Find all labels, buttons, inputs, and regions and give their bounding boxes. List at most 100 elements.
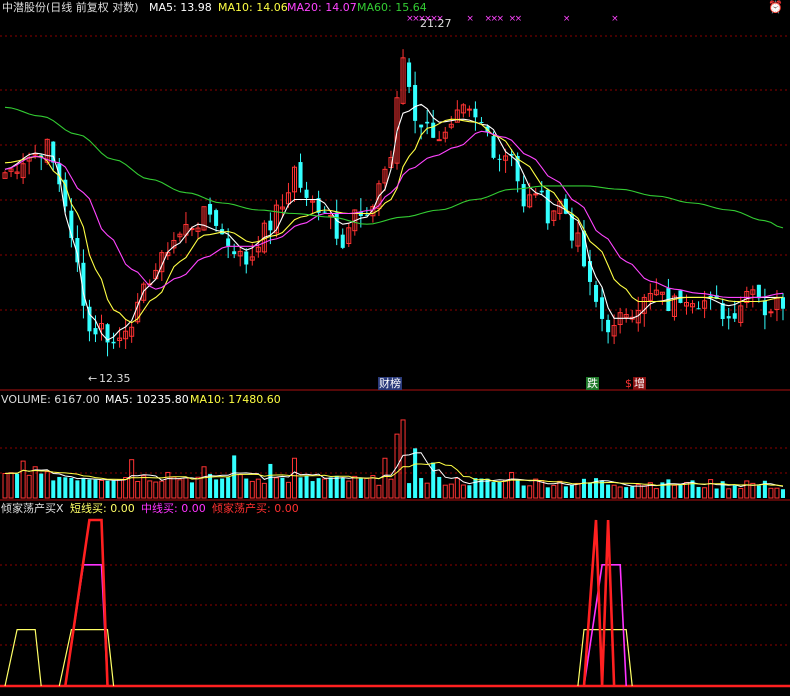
event-marker: × [466, 14, 474, 24]
volume-bars [2, 419, 785, 499]
moving-average-lines [4, 103, 784, 341]
low-price-label: 12.35 [99, 372, 131, 385]
volume-bar [280, 477, 285, 498]
volume-bar [141, 475, 147, 499]
candle-body [606, 319, 611, 333]
volume-bar [448, 483, 454, 499]
candle-body [600, 297, 605, 319]
volume-bar [671, 484, 677, 499]
candle-body [720, 303, 725, 319]
volume-bar [732, 485, 737, 498]
tag-die[interactable]: 跌 [586, 377, 599, 390]
volume-bar [328, 477, 333, 498]
all-in-buy-line [64, 518, 109, 687]
volume-bar [702, 487, 708, 499]
volume-bar [15, 473, 20, 498]
volume-bar [93, 479, 98, 498]
candle-body [244, 251, 249, 265]
event-marker: × [563, 14, 571, 24]
volume-bar [624, 487, 629, 498]
tag-caibang[interactable]: 财榜 [378, 377, 402, 390]
volume-bar [551, 484, 557, 499]
volume-bar [57, 476, 62, 498]
volume-bar [285, 481, 291, 499]
volume-bar [249, 480, 255, 499]
candle-body [545, 189, 550, 224]
volume-bar [768, 487, 774, 499]
volume-ma5-legend: MA5: 10235.80 [105, 393, 189, 406]
volume-bar [641, 485, 647, 499]
alarm-icon[interactable]: ⏰ [768, 0, 783, 14]
volume-bar [261, 482, 267, 499]
volume-bar [304, 475, 309, 498]
volume-bar [111, 480, 116, 498]
candle-body [304, 189, 309, 198]
volume-bar [63, 477, 68, 498]
volume-bar [75, 480, 80, 498]
volume-bar [413, 448, 418, 498]
volume-bar [527, 485, 533, 499]
ma60-line [4, 106, 784, 229]
volume-bar [273, 477, 279, 499]
tag-dollar[interactable]: $ [625, 377, 632, 390]
candle-body [298, 162, 303, 188]
volume-bar [460, 484, 466, 499]
volume-bar [774, 487, 780, 499]
candle-body [214, 210, 219, 226]
volume-bar [497, 481, 502, 498]
volume-bar [521, 485, 526, 498]
volume-bar [81, 478, 86, 498]
volume-bar [8, 472, 14, 499]
volume-bar [189, 482, 194, 498]
volume-bar [123, 477, 129, 499]
short-buy-legend: 短线买: 0.00 [70, 502, 135, 515]
candle-body [762, 300, 767, 316]
candle-body [726, 316, 731, 319]
volume-bar [509, 471, 515, 499]
volume-bar [575, 482, 581, 499]
stock-chart[interactable]: × × × × × × × × × × × × × × 中潜股份(日线 前复权 对数) MA5: 13.9… [0, 0, 790, 692]
volume-bar [159, 480, 165, 499]
candle-body [232, 251, 237, 255]
ma10-legend: MA10: 14.06 [218, 1, 288, 14]
candle-body [497, 158, 502, 160]
candle-body [407, 62, 412, 87]
volume-bar [606, 484, 611, 498]
volume-bar [340, 477, 345, 498]
volume-bar [177, 479, 183, 499]
candle-body [328, 214, 334, 217]
volume-bar [431, 462, 436, 498]
volume-bar [653, 488, 659, 499]
mid-buy-line [64, 564, 109, 687]
volume-bar [738, 487, 744, 499]
volume-bar [630, 486, 635, 498]
volume-bar [678, 484, 683, 498]
chart-canvas[interactable]: ×××××× × ××× ×× × × [0, 0, 790, 692]
candle-body [539, 190, 544, 193]
volume-bar [105, 480, 110, 498]
candle-body [768, 311, 774, 314]
ma20-legend: MA20: 14.07 [287, 1, 357, 14]
candle-body [111, 341, 116, 344]
volume-bar [87, 479, 92, 498]
candle-body [678, 290, 683, 303]
volume-legend: VOLUME: 6167.00 [1, 393, 100, 406]
candle-body [413, 85, 418, 121]
candle-body [322, 211, 327, 213]
candle-body [340, 234, 345, 248]
volume-bar [98, 479, 105, 499]
candle-body [732, 313, 737, 319]
candle-body [479, 121, 484, 123]
volume-bar [563, 486, 568, 498]
tag-zeng[interactable]: 增 [633, 377, 646, 390]
volume-bar [244, 478, 249, 498]
volume-bar [358, 477, 363, 498]
candle-body [431, 122, 436, 138]
volume-bar [2, 473, 8, 499]
volume-bar [539, 480, 545, 499]
volume-bar [388, 478, 394, 499]
stock-title: 中潜股份(日线 前复权 对数) [2, 1, 139, 14]
volume-bar [545, 487, 550, 498]
event-marker: × [497, 14, 505, 24]
candle-body [334, 212, 339, 239]
